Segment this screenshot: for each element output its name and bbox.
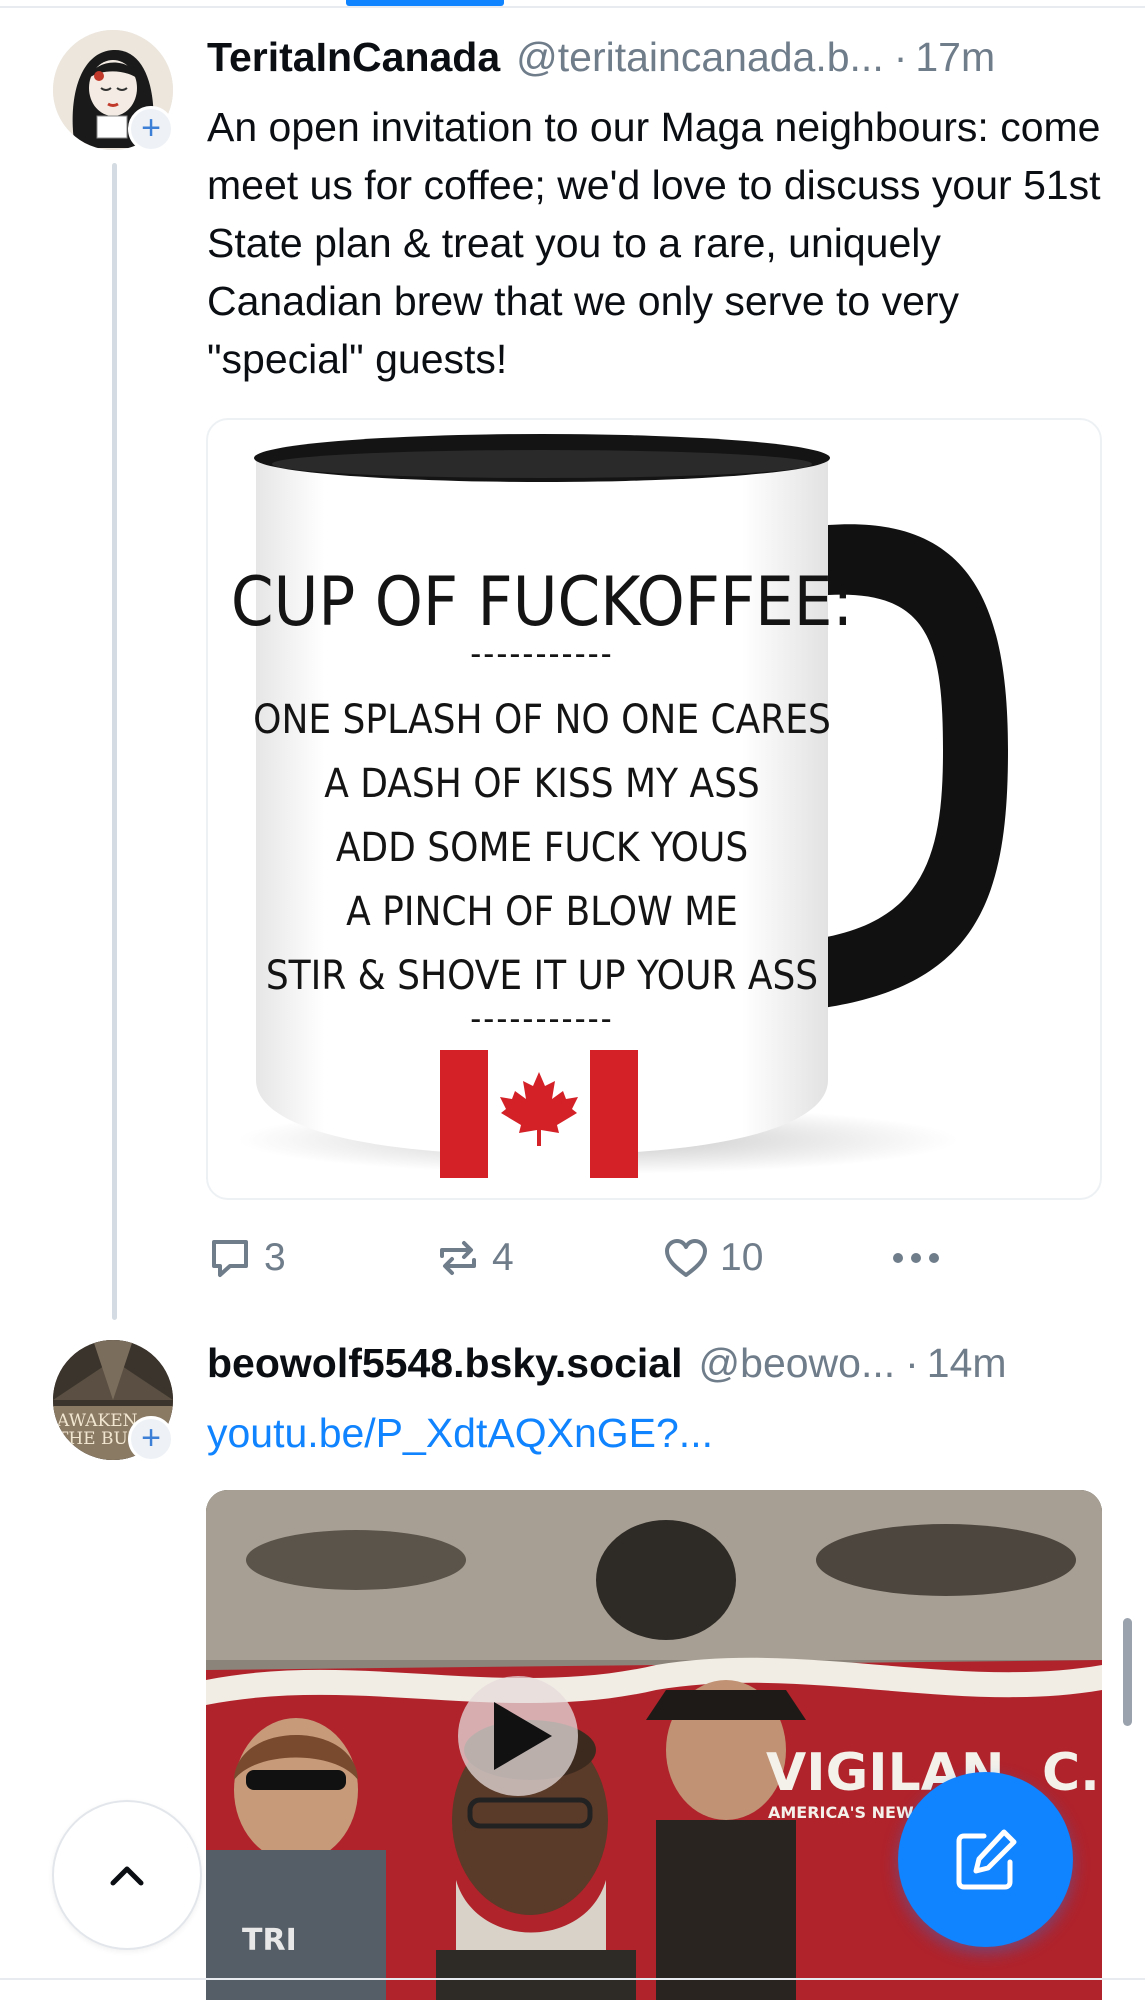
repost-button[interactable]: 4: [434, 1225, 514, 1291]
heart-icon: [665, 1239, 707, 1277]
mug-line-2: A DASH OF KISS MY ASS: [324, 761, 760, 807]
like-button[interactable]: 10: [662, 1225, 763, 1291]
separator-dot: ·: [905, 1340, 919, 1386]
reply-count: 3: [264, 1236, 286, 1279]
mug-line-1: ONE SPLASH OF NO ONE CARES: [253, 697, 831, 743]
video-overlay-title-end: C.: [1042, 1743, 1100, 1803]
mug-image: CUP OF FUCKOFFEE: ----------- ONE SPLASH…: [231, 434, 1008, 1178]
more-options-button[interactable]: [886, 1225, 956, 1291]
display-name[interactable]: beowolf5548.bsky.social: [207, 1340, 683, 1387]
reply-button[interactable]: 3: [206, 1225, 286, 1291]
avatar-text-line-2: THE BUI: [57, 1429, 135, 1449]
post-time[interactable]: 17m: [915, 34, 995, 81]
separator-dot: ·: [893, 34, 908, 80]
compose-button[interactable]: [898, 1772, 1073, 1947]
follow-plus-icon[interactable]: +: [128, 106, 174, 152]
video-overlay-subtitle: AMERICA'S NEW: [768, 1803, 914, 1822]
avatar-text-line-1: AWAKEN: [56, 1411, 138, 1431]
mug-divider-top: -----------: [470, 634, 613, 674]
chevron-up-icon: [110, 1866, 144, 1886]
reply-icon: [212, 1240, 248, 1277]
repost-icon: [440, 1241, 476, 1275]
post-image[interactable]: CUP OF FUCKOFFEE: ----------- ONE SPLASH…: [206, 418, 1102, 1200]
compose-pencil-icon: [956, 1829, 1016, 1889]
display-name[interactable]: TeritaInCanada: [207, 34, 500, 81]
shirt-text: TRI: [242, 1923, 297, 1958]
post-time[interactable]: 14m: [927, 1340, 1007, 1387]
handle[interactable]: @teritaincanada.b...: [516, 34, 884, 81]
follow-plus-icon[interactable]: +: [128, 1416, 174, 1462]
mug-divider-bottom: -----------: [470, 999, 613, 1039]
active-tab-indicator: [346, 0, 504, 6]
post-header: TeritaInCanada @teritaincanada.b... · 17…: [207, 34, 1107, 90]
thread-line: [112, 163, 117, 1320]
bottom-divider: [0, 1978, 1145, 1980]
handle[interactable]: @beowo...: [699, 1340, 896, 1387]
post-header: beowolf5548.bsky.social @beowo... · 14m: [207, 1340, 1107, 1396]
mug-line-5: STIR & SHOVE IT UP YOUR ASS: [266, 953, 818, 999]
mug-title: CUP OF FUCKOFFEE:: [231, 563, 853, 642]
post-text: An open invitation to our Maga neighbour…: [207, 104, 1101, 382]
post-actions: 3 4 10: [206, 1225, 966, 1291]
canada-flag-icon: [440, 1050, 638, 1178]
mug-line-3: ADD SOME FUCK YOUS: [336, 825, 748, 871]
scroll-to-top-button[interactable]: [52, 1800, 202, 1950]
scrollbar-thumb[interactable]: [1123, 1618, 1132, 1726]
like-count: 10: [720, 1236, 764, 1279]
mug-line-4: A PINCH OF BLOW ME: [346, 889, 738, 935]
top-divider: [0, 6, 1145, 8]
play-button-icon: [458, 1676, 578, 1796]
repost-count: 4: [492, 1236, 514, 1279]
post-link[interactable]: youtu.be/P_XdtAQXnGE?...: [207, 1404, 713, 1462]
ellipsis-icon: [893, 1253, 939, 1263]
